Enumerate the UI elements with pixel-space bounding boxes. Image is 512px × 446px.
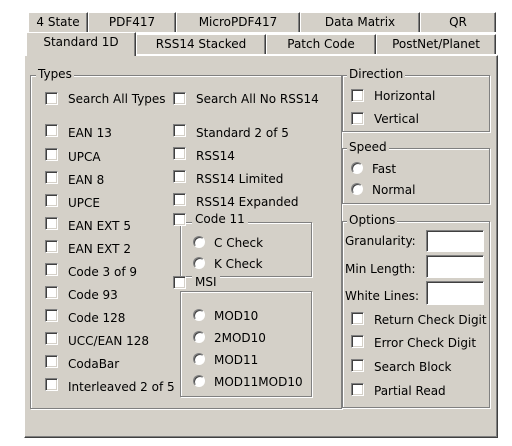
partial-read-checkbox[interactable] [351, 383, 364, 396]
2mod10-label: 2MOD10 [214, 331, 266, 345]
tab-data-matrix[interactable]: Data Matrix [300, 12, 420, 32]
search-all-no-rss14-label: Search All No RSS14 [196, 92, 319, 106]
ean-ext5-checkbox[interactable] [45, 217, 58, 230]
vertical-checkbox[interactable] [351, 112, 364, 125]
upca-checkbox[interactable] [45, 148, 58, 161]
ean13-label: EAN 13 [68, 126, 112, 140]
error-check-digit-label: Error Check Digit [374, 336, 477, 350]
rss14-expanded-checkbox[interactable] [173, 193, 186, 206]
granularity-input[interactable] [426, 230, 484, 252]
ucc-ean128-checkbox[interactable] [45, 332, 58, 345]
code128-label: Code 128 [68, 311, 126, 325]
codabar-checkbox[interactable] [45, 355, 58, 368]
tab-patch-code[interactable]: Patch Code [266, 34, 376, 54]
code39-label: Code 3 of 9 [68, 265, 137, 279]
normal-label: Normal [372, 183, 416, 197]
speed-group-title: Speed [347, 140, 389, 154]
speed-group [342, 148, 490, 204]
types-group-title: Types [36, 67, 74, 81]
standard-2of5-label: Standard 2 of 5 [196, 126, 289, 140]
ean-ext5-label: EAN EXT 5 [68, 219, 131, 233]
ucc-ean128-label: UCC/EAN 128 [68, 334, 150, 348]
mod11mod10-label: MOD11MOD10 [214, 375, 303, 389]
code128-checkbox[interactable] [45, 309, 58, 322]
msi-label: MSI [192, 276, 220, 289]
interleaved-2of5-label: Interleaved 2 of 5 [68, 380, 175, 394]
mod11mod10-radio[interactable] [193, 375, 205, 387]
tab-label: PostNet/Planet [392, 37, 480, 51]
tab-label: 4 State [36, 15, 80, 29]
min-length-input[interactable] [426, 255, 484, 278]
horizontal-label: Horizontal [374, 89, 436, 103]
tab-label: QR [449, 15, 467, 29]
tab-4-state[interactable]: 4 State [28, 12, 88, 32]
mod11-label: MOD11 [214, 353, 259, 367]
upce-checkbox[interactable] [45, 194, 58, 207]
tab-pdf417[interactable]: PDF417 [88, 12, 176, 32]
rss14-label: RSS14 [196, 149, 235, 163]
search-all-no-rss14-checkbox[interactable] [173, 92, 186, 105]
tab-label: RSS14 Stacked [155, 37, 247, 51]
tab-rss14-stacked[interactable]: RSS14 Stacked [136, 34, 266, 54]
ean8-label: EAN 8 [68, 173, 105, 187]
direction-group-title: Direction [347, 67, 406, 81]
ean-ext2-label: EAN EXT 2 [68, 242, 131, 256]
ean-ext2-checkbox[interactable] [45, 240, 58, 253]
ean8-checkbox[interactable] [45, 171, 58, 184]
tab-qr[interactable]: QR [420, 12, 496, 32]
min-length-label: Min Length: [345, 262, 416, 276]
fast-label: Fast [372, 162, 397, 176]
return-check-digit-checkbox[interactable] [351, 312, 364, 325]
mod10-label: MOD10 [214, 309, 259, 323]
tab-label: PDF417 [108, 15, 156, 29]
mod10-radio[interactable] [193, 309, 205, 321]
code93-checkbox[interactable] [45, 286, 58, 299]
vertical-label: Vertical [374, 112, 419, 126]
code39-checkbox[interactable] [45, 263, 58, 276]
codabar-label: CodaBar [68, 357, 120, 371]
options-group-title: Options [347, 213, 398, 227]
code93-label: Code 93 [68, 288, 118, 302]
normal-radio[interactable] [351, 183, 363, 195]
search-all-types-label: Search All Types [68, 92, 166, 106]
tab-standard-1d[interactable]: Standard 1D [26, 32, 136, 56]
c-check-label: C Check [214, 236, 264, 250]
k-check-label: K Check [214, 257, 263, 271]
tab-label: Standard 1D [43, 35, 119, 49]
tab-micropdf417[interactable]: MicroPDF417 [176, 12, 300, 32]
standard-2of5-checkbox[interactable] [173, 124, 186, 137]
msi-checkbox[interactable] [173, 276, 186, 289]
search-all-types-checkbox[interactable] [45, 92, 58, 105]
white-lines-input[interactable] [426, 281, 484, 305]
tab-label: Patch Code [287, 37, 355, 51]
k-check-radio[interactable] [193, 257, 205, 269]
return-check-digit-label: Return Check Digit [374, 313, 487, 327]
code11-checkbox[interactable] [173, 213, 186, 226]
2mod10-radio[interactable] [193, 331, 205, 343]
code11-label: Code 11 [192, 213, 248, 226]
tab-label: MicroPDF417 [198, 15, 278, 29]
white-lines-label: White Lines: [345, 289, 420, 303]
tab-label: Data Matrix [324, 15, 396, 29]
fast-radio[interactable] [351, 162, 363, 174]
granularity-label: Granularity: [345, 234, 416, 248]
rss14-expanded-label: RSS14 Expanded [196, 195, 299, 209]
search-block-label: Search Block [374, 360, 452, 374]
tab-postnet-planet[interactable]: PostNet/Planet [376, 34, 496, 54]
rss14-limited-label: RSS14 Limited [196, 172, 284, 186]
partial-read-label: Partial Read [374, 384, 446, 398]
interleaved-2of5-checkbox[interactable] [45, 378, 58, 391]
rss14-limited-checkbox[interactable] [173, 170, 186, 183]
ean13-checkbox[interactable] [45, 124, 58, 137]
error-check-digit-checkbox[interactable] [351, 335, 364, 348]
mod11-radio[interactable] [193, 353, 205, 365]
upca-label: UPCA [68, 150, 101, 164]
rss14-checkbox[interactable] [173, 147, 186, 160]
search-block-checkbox[interactable] [351, 359, 364, 372]
horizontal-checkbox[interactable] [351, 89, 364, 102]
upce-label: UPCE [68, 196, 100, 210]
c-check-radio[interactable] [193, 236, 205, 248]
